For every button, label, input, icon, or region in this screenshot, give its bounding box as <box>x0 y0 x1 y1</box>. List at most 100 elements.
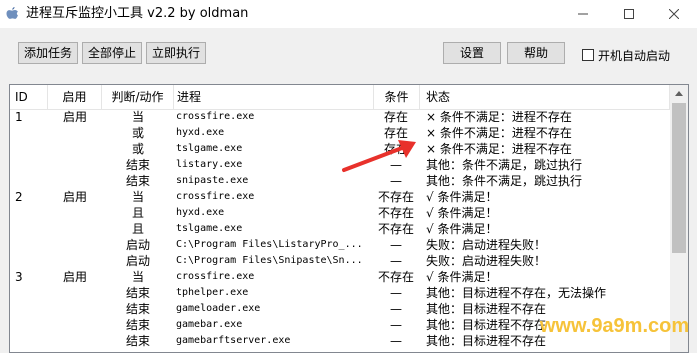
cell-status: 其他：目标进程不存在，无法操作 <box>426 286 607 300</box>
execute-now-button[interactable]: 立即执行 <box>146 42 206 64</box>
cell-id: 1 <box>15 110 23 124</box>
cell-judge: 且 <box>131 222 144 236</box>
cell-judge: 或 <box>131 142 144 156</box>
cell-enabled <box>48 173 102 189</box>
cell-id <box>15 253 45 269</box>
scroll-thumb[interactable] <box>672 103 686 253</box>
cell-id <box>15 125 45 141</box>
cell-process: gamebarftserver.exe <box>176 335 291 346</box>
cell-status: 其他：条件不满足，跳过执行 <box>426 158 583 172</box>
settings-button[interactable]: 设置 <box>443 42 501 64</box>
cell-status: 失败：启动进程失败！ <box>426 254 547 268</box>
table-row[interactable]: 启动 C:\Program Files\Snipaste\Sn... — 失败：启动进… <box>10 253 670 269</box>
minimize-button[interactable] <box>560 0 606 28</box>
cell-enabled: 启用 <box>62 270 87 284</box>
cell-status: √ 条件满足！ <box>426 222 498 236</box>
cell-condition: — <box>390 318 402 332</box>
table-row[interactable]: 结束 tphelper.exe — 其他：目标进程不存在，无法操作 <box>10 285 670 301</box>
autostart-option[interactable]: 开机自动启动 <box>582 46 670 64</box>
stop-all-button[interactable]: 全部停止 <box>82 42 142 64</box>
table-row[interactable]: 2 启用 当 crossfire.exe 不存在 √ 条件满足！ <box>10 189 670 205</box>
column-header-judge[interactable]: 判断/动作 <box>102 85 174 109</box>
cell-id <box>15 173 45 189</box>
list-header: ID 启用 判断/动作 进程 条件 状态 <box>10 85 688 110</box>
cell-judge: 当 <box>131 110 144 124</box>
minimize-icon <box>578 13 588 15</box>
table-row[interactable]: 且 tslgame.exe 不存在 √ 条件满足！ <box>10 221 670 237</box>
table-row[interactable]: 3 启用 当 crossfire.exe 不存在 √ 条件满足！ <box>10 269 670 285</box>
cell-process: crossfire.exe <box>176 111 255 122</box>
cell-enabled <box>48 157 102 173</box>
cell-judge: 当 <box>131 190 144 204</box>
cell-process: gameloader.exe <box>176 303 261 314</box>
watermark: www.9a9m.com <box>539 315 690 337</box>
cell-status: 失败：启动进程失败！ <box>426 238 547 252</box>
close-button[interactable] <box>651 0 697 28</box>
cell-enabled: 启用 <box>62 190 87 204</box>
cell-condition: 不存在 <box>377 206 414 220</box>
table-row[interactable]: 启动 C:\Program Files\ListaryPro_... — 失败：启动进… <box>10 237 670 253</box>
red-arrow-icon <box>342 140 416 172</box>
cell-status: √ 条件满足！ <box>426 206 498 220</box>
cell-status: × 条件不满足：进程不存在 <box>426 142 572 156</box>
cell-id <box>15 317 45 333</box>
cell-id <box>15 141 45 157</box>
cell-id <box>15 221 45 237</box>
cell-process: C:\Program Files\Snipaste\Sn... <box>176 255 363 266</box>
maximize-button[interactable] <box>606 0 652 28</box>
table-row[interactable]: 且 hyxd.exe 不存在 √ 条件满足！ <box>10 205 670 221</box>
cell-judge: 结束 <box>125 302 150 316</box>
cell-condition: 存在 <box>383 110 408 124</box>
cell-process: gamebar.exe <box>176 319 243 330</box>
cell-enabled <box>48 253 102 269</box>
cell-condition: — <box>390 302 402 316</box>
column-header-condition[interactable]: 条件 <box>374 85 420 109</box>
help-button[interactable]: 帮助 <box>507 42 565 64</box>
cell-condition: — <box>390 254 402 268</box>
cell-enabled <box>48 301 102 317</box>
cell-judge: 当 <box>131 270 144 284</box>
add-task-button[interactable]: 添加任务 <box>18 42 78 64</box>
cell-enabled <box>48 285 102 301</box>
scroll-up-button[interactable] <box>670 85 688 102</box>
cell-enabled <box>48 141 102 157</box>
autostart-checkbox[interactable] <box>582 49 594 61</box>
cell-condition: — <box>390 286 402 300</box>
title-bar: 进程互斥监控小工具 v2.2 by oldman <box>0 0 697 28</box>
apple-logo-icon <box>6 7 18 19</box>
cell-enabled <box>48 205 102 221</box>
cell-condition: — <box>390 238 402 252</box>
cell-id <box>15 333 45 349</box>
cell-judge: 结束 <box>125 158 150 172</box>
cell-process: hyxd.exe <box>176 207 225 218</box>
cell-id: 2 <box>15 190 23 204</box>
cell-status: × 条件不满足：进程不存在 <box>426 110 572 124</box>
cell-enabled <box>48 237 102 253</box>
cell-id <box>15 205 45 221</box>
cell-condition: 不存在 <box>377 270 414 284</box>
cell-enabled <box>48 125 102 141</box>
cell-judge: 启动 <box>125 254 150 268</box>
cell-enabled <box>48 317 102 333</box>
cell-id <box>15 301 45 317</box>
cell-process: tslgame.exe <box>176 223 243 234</box>
cell-process: crossfire.exe <box>176 191 255 202</box>
window-title: 进程互斥监控小工具 v2.2 by oldman <box>26 6 249 21</box>
table-row[interactable]: 1 启用 当 crossfire.exe 存在 × 条件不满足：进程不存在 <box>10 109 670 125</box>
cell-id <box>15 285 45 301</box>
cell-status: × 条件不满足：进程不存在 <box>426 126 572 140</box>
cell-enabled <box>48 333 102 349</box>
cell-condition: 不存在 <box>377 190 414 204</box>
cell-judge: 结束 <box>125 174 150 188</box>
column-header-status[interactable]: 状态 <box>420 85 670 109</box>
cell-process: tphelper.exe <box>176 287 249 298</box>
autostart-label: 开机自动启动 <box>598 48 671 63</box>
column-header-id[interactable]: ID <box>10 85 48 109</box>
column-header-enabled[interactable]: 启用 <box>48 85 102 109</box>
cell-id <box>15 157 45 173</box>
cell-judge: 结束 <box>125 318 150 332</box>
cell-status: √ 条件满足！ <box>426 270 498 284</box>
column-header-process[interactable]: 进程 <box>174 85 374 109</box>
cell-id <box>15 237 45 253</box>
cell-judge: 且 <box>131 206 144 220</box>
